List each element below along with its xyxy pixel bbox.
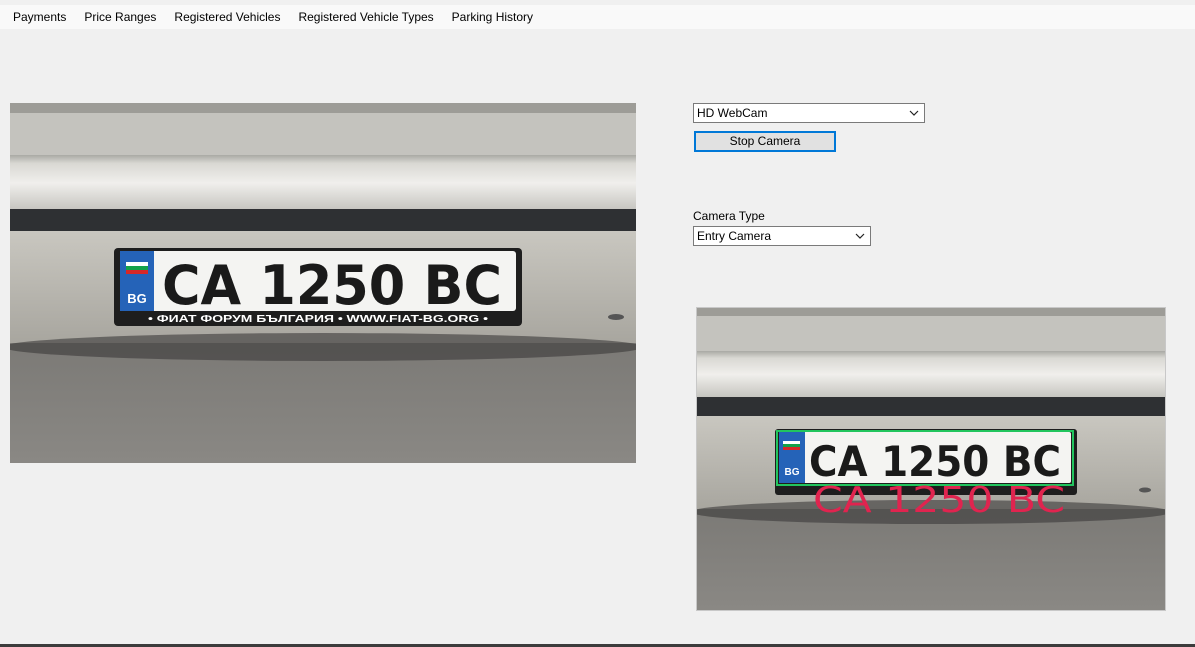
recognition-result-image: BG CA 1250 BC CA 1250 BC bbox=[697, 308, 1165, 610]
recognized-plate-text: CA 1250 BC bbox=[813, 480, 1065, 521]
camera-type-select[interactable]: Entry Camera bbox=[693, 226, 871, 246]
camera-source-select[interactable]: HD WebCam bbox=[693, 103, 925, 123]
plate-number: CA 1250 BC bbox=[162, 254, 502, 317]
camera-type-value: Entry Camera bbox=[697, 229, 772, 243]
result-plate-country-code: BG bbox=[785, 467, 800, 478]
menu-bar: Payments Price Ranges Registered Vehicle… bbox=[0, 5, 1195, 29]
stop-camera-button[interactable]: Stop Camera bbox=[694, 131, 836, 152]
result-plate-number: CA 1250 BC bbox=[809, 437, 1061, 486]
camera-type-label: Camera Type bbox=[693, 209, 765, 223]
recognition-result-view: BG CA 1250 BC CA 1250 BC bbox=[696, 307, 1166, 611]
menu-parking-history[interactable]: Parking History bbox=[443, 5, 542, 29]
live-camera-view: BG CA 1250 BC • ФИАТ ФОРУМ БЪЛГАРИЯ • WW… bbox=[10, 103, 636, 463]
plate-country-code: BG bbox=[127, 291, 147, 306]
chevron-down-icon bbox=[909, 110, 919, 116]
live-camera-image: BG CA 1250 BC • ФИАТ ФОРУМ БЪЛГАРИЯ • WW… bbox=[10, 103, 636, 463]
chevron-down-icon bbox=[855, 233, 865, 239]
menu-payments[interactable]: Payments bbox=[0, 5, 75, 29]
menu-registered-vehicle-types[interactable]: Registered Vehicle Types bbox=[289, 5, 442, 29]
menu-registered-vehicles[interactable]: Registered Vehicles bbox=[165, 5, 289, 29]
plate-frame-text: • ФИАТ ФОРУМ БЪЛГАРИЯ • WWW.FIAT-BG.ORG … bbox=[148, 314, 489, 325]
menu-price-ranges[interactable]: Price Ranges bbox=[75, 5, 165, 29]
camera-source-value: HD WebCam bbox=[697, 106, 768, 120]
